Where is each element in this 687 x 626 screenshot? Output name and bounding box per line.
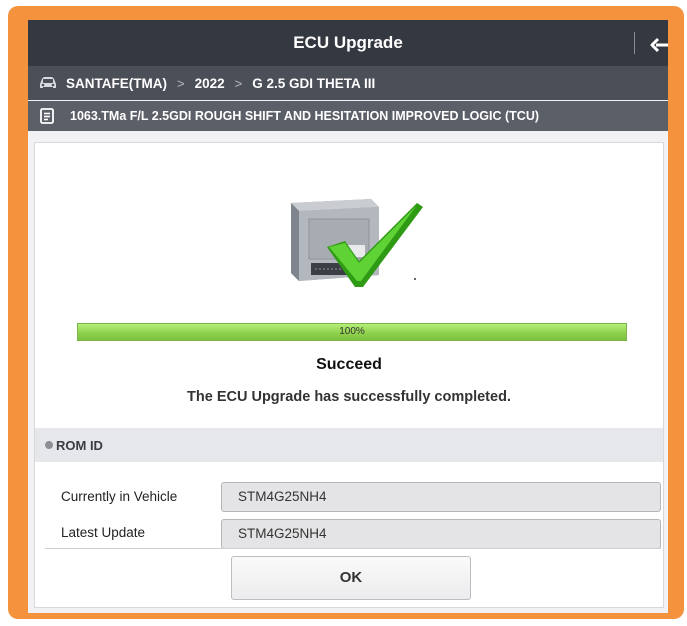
breadcrumb-year[interactable]: 2022: [195, 76, 225, 91]
current-rom-label: Currently in Vehicle: [61, 489, 178, 504]
result-card: 100% Succeed The ECU Upgrade has success…: [34, 142, 664, 608]
upgrade-progress-bar: 100%: [77, 323, 627, 341]
status-message: The ECU Upgrade has successfully complet…: [187, 389, 511, 405]
latest-rom-label: Latest Update: [61, 525, 146, 540]
rom-id-header: ROM ID: [35, 428, 663, 462]
latest-rom-field: STM4G25NH4: [221, 519, 661, 549]
back-arrow-icon: [650, 37, 668, 53]
upgrade-item-text: 1063.TMa F/L 2.5GDI ROUGH SHIFT AND HESI…: [70, 109, 540, 123]
chevron-right-icon: >: [234, 75, 243, 91]
ok-button[interactable]: OK: [231, 556, 471, 600]
ecu-checkmark-icon: [291, 199, 423, 287]
document-icon: [40, 108, 54, 124]
status-title: Succeed: [316, 356, 382, 373]
title-separator: [634, 32, 635, 54]
breadcrumb-engine[interactable]: G 2.5 GDI THETA III: [252, 76, 375, 91]
car-icon: [40, 77, 56, 88]
rom-id-title: ROM ID: [56, 437, 103, 453]
app-screen: ECU Upgrade SANTAFE(TMA) > 2022 > G 2.5 …: [28, 20, 668, 613]
divider: [45, 548, 661, 549]
title-bar: ECU Upgrade: [28, 20, 668, 66]
upgrade-item-row: 1063.TMa F/L 2.5GDI ROUGH SHIFT AND HESI…: [28, 101, 668, 131]
breadcrumb: SANTAFE(TMA) > 2022 > G 2.5 GDI THETA II…: [28, 66, 668, 100]
page-title: ECU Upgrade: [293, 33, 403, 52]
back-button[interactable]: [646, 28, 668, 58]
bullet-icon: [45, 441, 53, 449]
progress-text: 100%: [339, 326, 365, 337]
breadcrumb-model[interactable]: SANTAFE(TMA): [66, 76, 167, 91]
chevron-right-icon: >: [176, 75, 185, 91]
current-rom-field: STM4G25NH4: [221, 482, 661, 512]
